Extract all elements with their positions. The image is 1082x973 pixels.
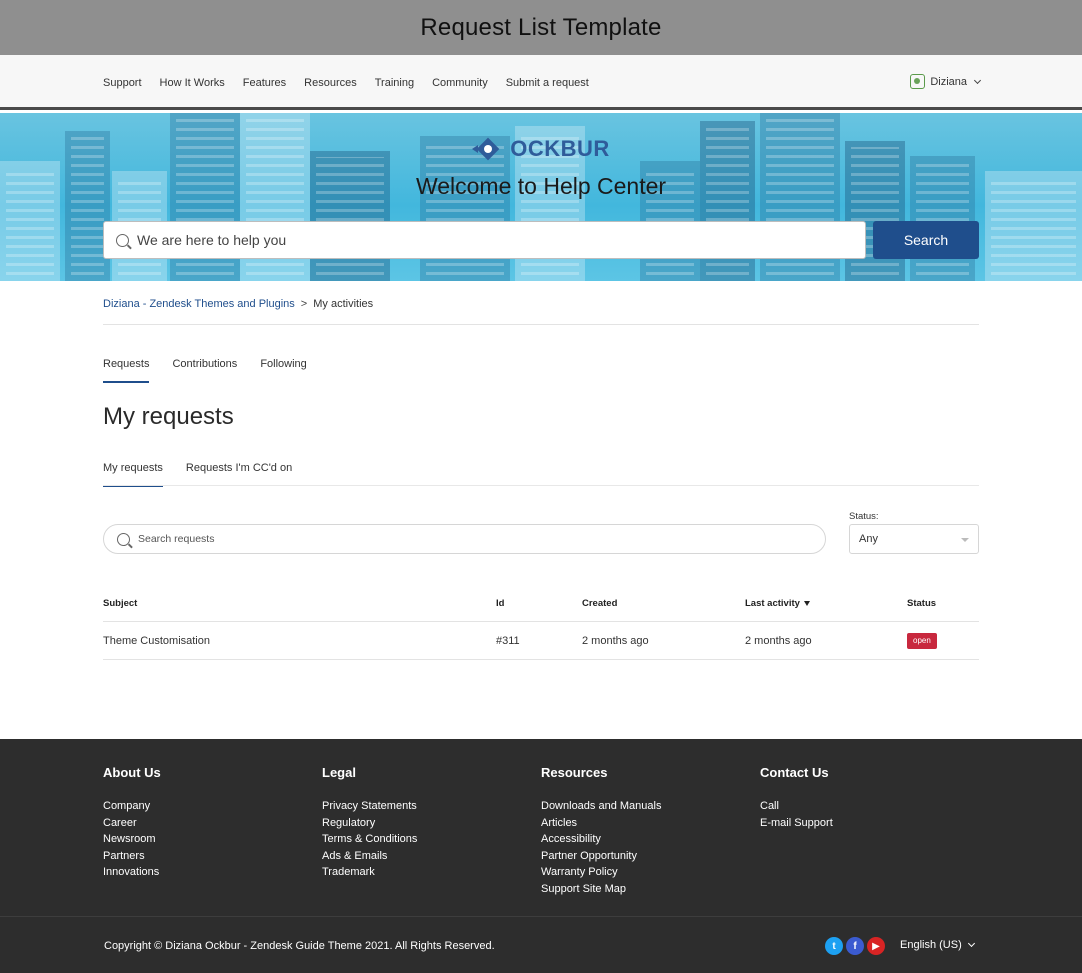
status-filter-value: Any [859, 533, 878, 545]
breadcrumb: Diziana - Zendesk Themes and Plugins > M… [103, 298, 373, 310]
footer-link-downloads[interactable]: Downloads and Manuals [541, 798, 661, 815]
column-header-created: Created [582, 597, 618, 609]
tab-following[interactable]: Following [260, 358, 306, 383]
activity-tabs: Requests Contributions Following [103, 358, 307, 383]
column-header-last-activity-label: Last activity [745, 597, 800, 609]
footer-link-privacy[interactable]: Privacy Statements [322, 798, 417, 815]
user-name: Diziana [930, 75, 967, 88]
help-search-box[interactable] [103, 221, 866, 259]
youtube-icon[interactable]: ▶ [867, 937, 885, 955]
footer-link-ads-emails[interactable]: Ads & Emails [322, 848, 417, 865]
logo-mark-icon [472, 137, 504, 161]
status-filter-select[interactable]: Any [849, 524, 979, 554]
nav-link-support[interactable]: Support [103, 77, 142, 89]
language-selector[interactable]: English (US) [900, 939, 975, 951]
footer-link-partner-opportunity[interactable]: Partner Opportunity [541, 848, 661, 865]
template-title: Request List Template [420, 13, 662, 41]
search-button[interactable]: Search [873, 221, 979, 259]
status-badge: open [907, 632, 937, 649]
tab-contributions[interactable]: Contributions [172, 358, 237, 383]
tab-requests[interactable]: Requests [103, 358, 150, 383]
footer-divider [0, 916, 1082, 917]
divider [103, 485, 979, 486]
footer-link-partners[interactable]: Partners [103, 848, 161, 865]
footer-column-resources: Resources Downloads and Manuals Articles… [541, 765, 661, 898]
top-navigation: Support How It Works Features Resources … [0, 55, 1082, 110]
footer-link-career[interactable]: Career [103, 815, 161, 832]
dropdown-arrow-icon [961, 538, 969, 542]
twitter-icon[interactable]: t [825, 937, 843, 955]
help-search-input[interactable] [137, 232, 837, 248]
request-subject-link[interactable]: Theme Customisation [103, 622, 210, 659]
search-icon [116, 233, 129, 247]
column-header-subject: Subject [103, 597, 138, 609]
breadcrumb-current: My activities [313, 298, 374, 310]
nav-link-training[interactable]: Training [375, 77, 414, 89]
status-filter-label: Status: [849, 511, 879, 522]
search-icon [117, 532, 130, 546]
column-header-last-activity[interactable]: Last activity [745, 585, 810, 621]
facebook-icon[interactable]: f [846, 937, 864, 955]
requests-table: Subject Id Created Last activity Status … [103, 585, 979, 660]
footer-column-title: Legal [322, 765, 356, 780]
request-created: 2 months ago [582, 634, 649, 647]
footer-column-title: Resources [541, 765, 608, 780]
footer-link-accessibility[interactable]: Accessibility [541, 831, 661, 848]
table-header: Subject Id Created Last activity Status [103, 585, 979, 622]
chevron-down-icon [967, 939, 975, 948]
breadcrumb-separator: > [300, 298, 308, 310]
sort-descending-icon [803, 600, 810, 606]
footer-link-innovations[interactable]: Innovations [103, 864, 161, 881]
hero-banner: OCKBUR Welcome to Help Center Search [0, 113, 1082, 281]
breadcrumb-parent-link[interactable]: Diziana - Zendesk Themes and Plugins [103, 298, 295, 310]
footer-link-warranty[interactable]: Warranty Policy [541, 864, 661, 881]
page-title: My requests [103, 403, 234, 430]
request-subtabs: My requests Requests I'm CC'd on [103, 462, 292, 487]
column-header-id: Id [496, 597, 505, 609]
footer-link-terms[interactable]: Terms & Conditions [322, 831, 417, 848]
skyline-building [845, 141, 905, 281]
footer-link-regulatory[interactable]: Regulatory [322, 815, 417, 832]
footer-link-company[interactable]: Company [103, 798, 161, 815]
request-status-cell: open [907, 622, 937, 659]
request-id: #311 [496, 634, 520, 647]
footer-column-contact: Contact Us Call E-mail Support [760, 765, 833, 831]
request-last-activity: 2 months ago [745, 634, 812, 647]
subtab-ccd-requests[interactable]: Requests I'm CC'd on [186, 462, 292, 487]
footer: About Us Company Career Newsroom Partner… [0, 739, 1082, 973]
footer-column-legal: Legal Privacy Statements Regulatory Term… [322, 765, 417, 881]
divider [103, 324, 979, 325]
nav-link-resources[interactable]: Resources [304, 77, 357, 89]
footer-column-title: About Us [103, 765, 161, 780]
table-row[interactable]: Theme Customisation #311 2 months ago 2 … [103, 622, 979, 660]
social-links: t f ▶ [825, 937, 885, 955]
nav-link-how-it-works[interactable]: How It Works [160, 77, 225, 89]
footer-link-articles[interactable]: Articles [541, 815, 661, 832]
footer-link-site-map[interactable]: Support Site Map [541, 881, 661, 898]
subtab-my-requests[interactable]: My requests [103, 462, 163, 487]
request-search-box[interactable] [103, 524, 826, 554]
copyright-text: Copyright © Diziana Ockbur - Zendesk Gui… [104, 940, 495, 952]
nav-link-submit-request[interactable]: Submit a request [506, 77, 589, 89]
footer-column-about: About Us Company Career Newsroom Partner… [103, 765, 161, 881]
nav-link-community[interactable]: Community [432, 77, 488, 89]
logo-text: OCKBUR [510, 136, 610, 161]
request-search-input[interactable] [138, 533, 788, 545]
brand-logo[interactable]: OCKBUR [0, 136, 1082, 162]
nav-links: Support How It Works Features Resources … [103, 55, 589, 110]
column-header-status: Status [907, 597, 937, 609]
avatar [910, 74, 926, 89]
footer-link-trademark[interactable]: Trademark [322, 864, 417, 881]
footer-link-call[interactable]: Call [760, 798, 833, 815]
footer-column-title: Contact Us [760, 765, 829, 780]
user-menu[interactable]: Diziana [910, 74, 982, 89]
language-label: English (US) [900, 939, 962, 951]
template-title-bar: Request List Template [0, 0, 1082, 55]
footer-link-email-support[interactable]: E-mail Support [760, 815, 833, 832]
chevron-down-icon [973, 76, 982, 84]
footer-link-newsroom[interactable]: Newsroom [103, 831, 161, 848]
nav-link-features[interactable]: Features [243, 77, 286, 89]
welcome-heading: Welcome to Help Center [415, 173, 667, 199]
skyline-building [310, 151, 390, 281]
